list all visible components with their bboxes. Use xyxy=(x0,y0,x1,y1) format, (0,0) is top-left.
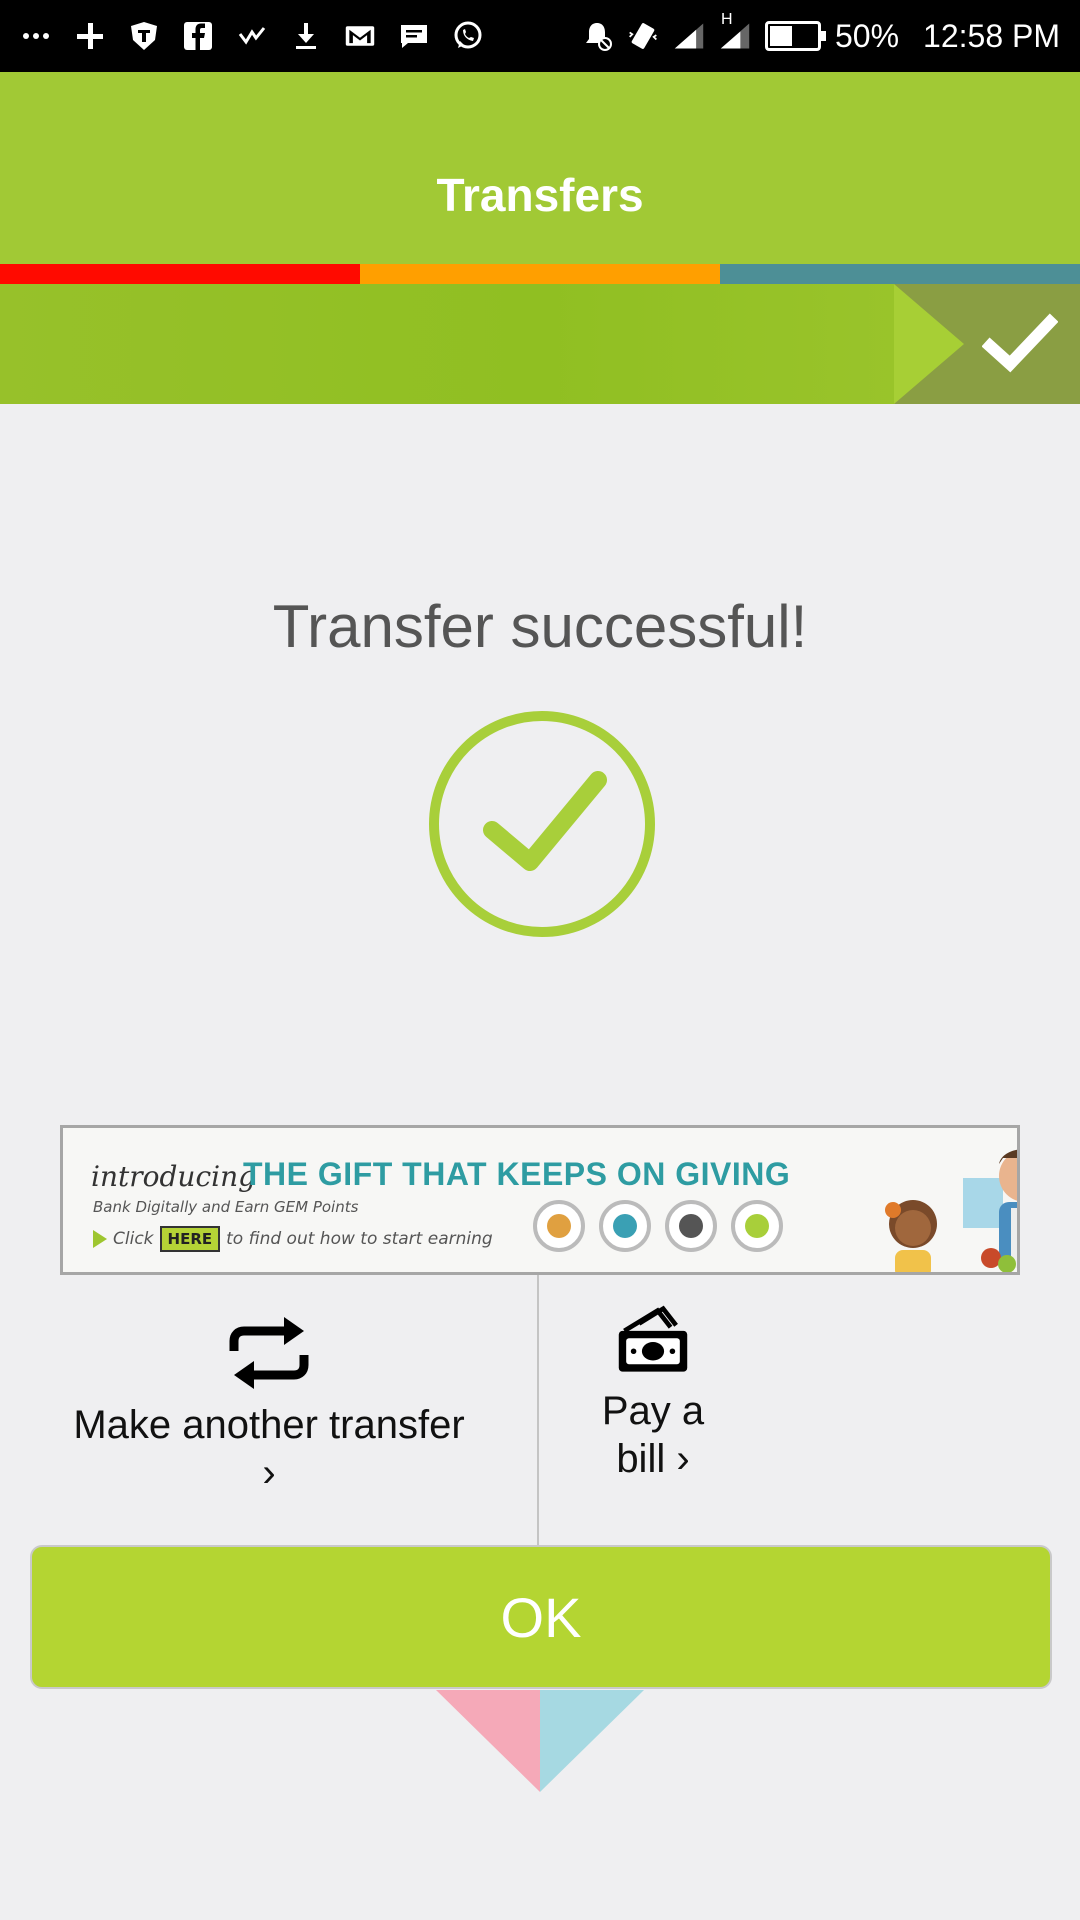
download-icon xyxy=(290,20,322,52)
pay-a-bill-label-line2: bill › xyxy=(570,1435,736,1483)
vibrate-icon xyxy=(627,20,659,52)
banner-intro: introducing xyxy=(91,1160,257,1193)
battery-icon xyxy=(764,21,826,51)
promo-banner[interactable]: introducing THE GIFT THAT KEEPS ON GIVIN… xyxy=(60,1125,1020,1275)
badge-icon xyxy=(533,1200,585,1252)
progress-steps xyxy=(0,284,1080,404)
step-arrow-icon xyxy=(894,284,964,404)
facebook-icon xyxy=(182,20,214,52)
money-icon xyxy=(618,1305,688,1372)
checkmark-icon xyxy=(982,313,1058,373)
play-icon xyxy=(93,1230,107,1248)
gem-badges xyxy=(533,1200,783,1252)
banner-here-button[interactable]: HERE xyxy=(159,1226,221,1252)
banner-headline: THE GIFT THAT KEEPS ON GIVING xyxy=(243,1156,791,1192)
badge-icon xyxy=(599,1200,651,1252)
banner-cta-suffix: to find out how to start earning xyxy=(226,1229,493,1249)
quick-actions: Make another transfer › Pay a bill › xyxy=(0,1275,1080,1545)
make-another-transfer-button[interactable]: Make another transfer › xyxy=(40,1275,498,1545)
clock: 12:58 PM xyxy=(923,17,1060,54)
color-stripe-orange xyxy=(360,264,720,284)
success-message: Transfer successful! xyxy=(272,593,808,660)
gmail-icon xyxy=(344,20,376,52)
message-icon xyxy=(398,20,430,52)
decorative-triangle xyxy=(436,1690,644,1792)
chevron-right-icon: › xyxy=(676,1437,690,1481)
pay-a-bill-label-line1: Pay a xyxy=(601,1389,705,1433)
add-icon xyxy=(74,20,106,52)
check-icon xyxy=(236,20,268,52)
actions-divider xyxy=(537,1275,539,1545)
shield-icon xyxy=(128,20,160,52)
app-header: Transfers xyxy=(0,72,1080,264)
alarm-off-icon xyxy=(581,20,613,52)
whatsapp-icon xyxy=(452,20,484,52)
boy-illustration xyxy=(963,1149,1017,1272)
badge-icon xyxy=(731,1200,783,1252)
banner-subtitle: Bank Digitally and Earn GEM Points xyxy=(93,1198,359,1216)
pay-a-bill-button[interactable]: Pay a bill › xyxy=(570,1275,736,1545)
repeat-icon xyxy=(229,1317,309,1389)
status-bar: H 50% 12:58 PM xyxy=(0,0,1080,72)
pay-a-bill-label-word: bill xyxy=(616,1437,666,1481)
color-stripe-red xyxy=(0,264,360,284)
signal-icon xyxy=(673,20,705,52)
color-stripe-teal xyxy=(720,264,1080,284)
check-circle-icon xyxy=(429,711,655,937)
badge-icon xyxy=(665,1200,717,1252)
network-type-label: H xyxy=(720,11,733,28)
battery-percent: 50% xyxy=(834,17,900,54)
signal-h-icon: H xyxy=(719,12,751,52)
chevron-right-icon: › xyxy=(262,1451,276,1495)
more-icon xyxy=(20,20,52,52)
notification-icons xyxy=(20,20,484,52)
ok-button[interactable]: OK xyxy=(30,1545,1052,1689)
step-complete xyxy=(894,284,1080,404)
girl-illustration xyxy=(885,1200,937,1272)
make-another-transfer-label: Make another transfer xyxy=(73,1403,465,1447)
banner-cta-prefix: Click xyxy=(113,1229,154,1249)
banner-cta[interactable]: Click HERE to find out how to start earn… xyxy=(93,1226,493,1252)
page-title: Transfers xyxy=(436,169,644,221)
system-icons: H 50% 12:58 PM xyxy=(581,12,1060,55)
